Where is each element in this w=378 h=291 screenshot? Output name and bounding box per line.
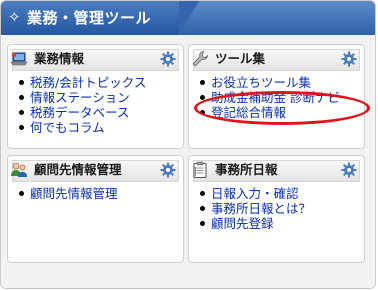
gear-icon[interactable] xyxy=(341,162,357,178)
panel-client-management: 顧問先情報管理 顧問先情報管理 xyxy=(7,155,184,263)
list-item[interactable]: 日報入力・確認 xyxy=(197,186,311,201)
link-subsidy-diagnosis-navi[interactable]: 助成金補助金 診断ナビ xyxy=(211,90,340,105)
list-item[interactable]: 顧問先登録 xyxy=(197,216,311,231)
gear-icon[interactable] xyxy=(160,51,176,67)
list-item[interactable]: 事務所日報とは？ xyxy=(197,201,311,216)
gear-icon[interactable] xyxy=(341,51,357,67)
link-list: 税務/会計トピックス 情報ステーション 税務データベース 何でもコラム xyxy=(16,75,146,135)
link-about-daily-report[interactable]: 事務所日報とは？ xyxy=(211,201,311,216)
list-item[interactable]: 顧問先情報管理 xyxy=(16,186,118,201)
panel-title: 事務所日報 xyxy=(215,162,278,177)
panel-tools: ツール集 お役立ちツール集 助成金補助金 診断ナビ 登記総合情報 xyxy=(188,44,365,149)
users-icon xyxy=(11,162,27,177)
diamond-sparkle-icon: ✧ xyxy=(8,8,21,26)
link-client-info-management[interactable]: 顧問先情報管理 xyxy=(30,186,118,201)
clipboard-icon xyxy=(193,161,207,178)
list-item[interactable]: 何でもコラム xyxy=(16,120,146,135)
widget-header: ✧ 業務・管理ツール xyxy=(1,1,375,35)
link-list: お役立ちツール集 助成金補助金 診断ナビ 登記総合情報 xyxy=(197,75,340,120)
link-tax-database[interactable]: 税務データベース xyxy=(30,105,129,120)
gear-icon[interactable] xyxy=(160,162,176,178)
list-item[interactable]: 助成金補助金 診断ナビ xyxy=(197,90,340,105)
wrench-icon xyxy=(192,51,208,67)
widget-title: 業務・管理ツール xyxy=(27,9,152,27)
link-column[interactable]: 何でもコラム xyxy=(30,120,105,135)
panel-office-daily-report: 事務所日報 日報入力・確認 事務所日報とは？ 顧問先登録 xyxy=(188,155,365,263)
panel-title: 顧問先情報管理 xyxy=(34,162,122,177)
panel-business-info: 業務情報 税務/会計トピックス 情報ステーション 税務データベース 何でもコラム xyxy=(7,44,184,149)
link-info-station[interactable]: 情報ステーション xyxy=(30,90,130,105)
list-item[interactable]: 登記総合情報 xyxy=(197,105,340,120)
list-item[interactable]: お役立ちツール集 xyxy=(197,75,340,90)
link-list: 顧問先情報管理 xyxy=(16,186,118,201)
link-tax-accounting-topics[interactable]: 税務/会計トピックス xyxy=(30,75,146,90)
list-item[interactable]: 税務/会計トピックス xyxy=(16,75,146,90)
laptop-icon xyxy=(10,52,28,66)
link-client-registration[interactable]: 顧問先登録 xyxy=(211,216,274,231)
link-daily-report-entry[interactable]: 日報入力・確認 xyxy=(211,186,299,201)
business-tools-widget: ✧ 業務・管理ツール 業務情報 税務/会計トピックス 情報ステーション 税務デー… xyxy=(0,0,376,289)
link-useful-tools[interactable]: お役立ちツール集 xyxy=(211,75,311,90)
list-item[interactable]: 情報ステーション xyxy=(16,90,146,105)
panel-title: ツール集 xyxy=(215,51,266,66)
link-registration-info[interactable]: 登記総合情報 xyxy=(211,105,286,120)
list-item[interactable]: 税務データベース xyxy=(16,105,146,120)
panel-title: 業務情報 xyxy=(34,51,85,66)
link-list: 日報入力・確認 事務所日報とは？ 顧問先登録 xyxy=(197,186,311,231)
